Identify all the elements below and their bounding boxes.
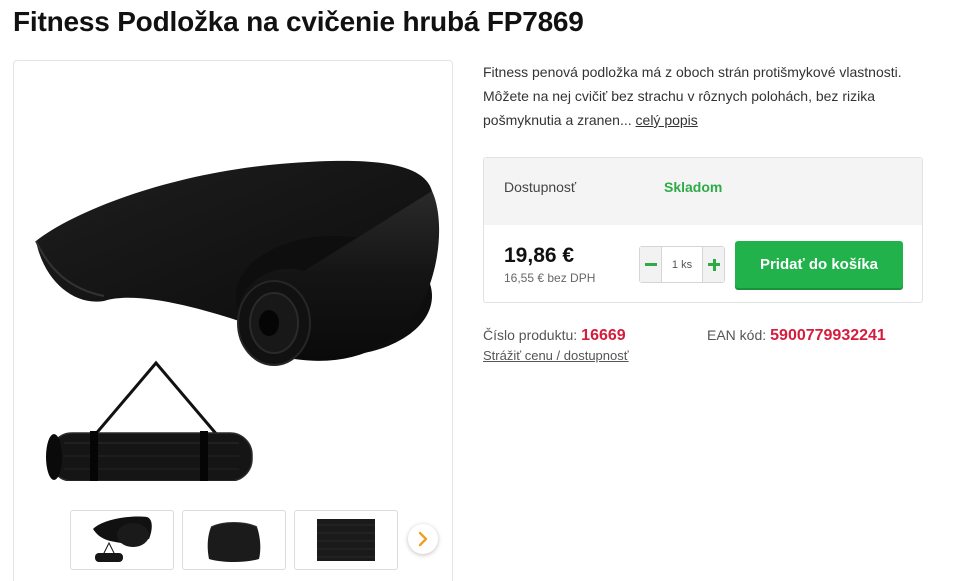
thumbnail-3[interactable] [294, 510, 398, 570]
product-number-value: 16669 [581, 327, 626, 344]
ean-value: 5900779932241 [770, 327, 886, 344]
quantity-stepper [639, 246, 725, 283]
gallery-next-button[interactable] [408, 524, 438, 554]
minus-icon[interactable] [640, 247, 662, 282]
product-description: Fitness penová podložka má z oboch strán… [483, 60, 923, 132]
quantity-input[interactable] [662, 247, 702, 282]
product-number-label: Číslo produktu: [483, 327, 578, 343]
product-number: Číslo produktu: 16669 [483, 327, 626, 345]
availability-status: Skladom [664, 179, 723, 195]
availability-label: Dostupnosť [504, 179, 577, 195]
full-description-link[interactable]: celý popis [636, 112, 698, 128]
buy-box: Dostupnosť Skladom 19,86 € 16,55 € bez D… [483, 157, 923, 303]
page-title: Fitness Podložka na cvičenie hrubá FP786… [13, 6, 584, 37]
thumbnail-1[interactable] [70, 510, 174, 570]
plus-icon[interactable] [702, 247, 724, 282]
add-to-cart-button[interactable]: Pridať do košíka [735, 241, 903, 288]
availability-row: Dostupnosť Skladom [484, 158, 922, 225]
ean-label: EAN kód: [707, 327, 767, 343]
watch-price-link[interactable]: Strážiť cenu / dostupnosť [483, 348, 629, 363]
thumbnail-2[interactable] [182, 510, 286, 570]
price: 19,86 € [504, 244, 575, 267]
chevron-right-icon [418, 531, 428, 547]
product-gallery [13, 60, 453, 581]
price-without-vat: 16,55 € bez DPH [504, 271, 596, 285]
product-main-image[interactable] [34, 151, 446, 481]
ean-code: EAN kód: 5900779932241 [707, 327, 886, 345]
